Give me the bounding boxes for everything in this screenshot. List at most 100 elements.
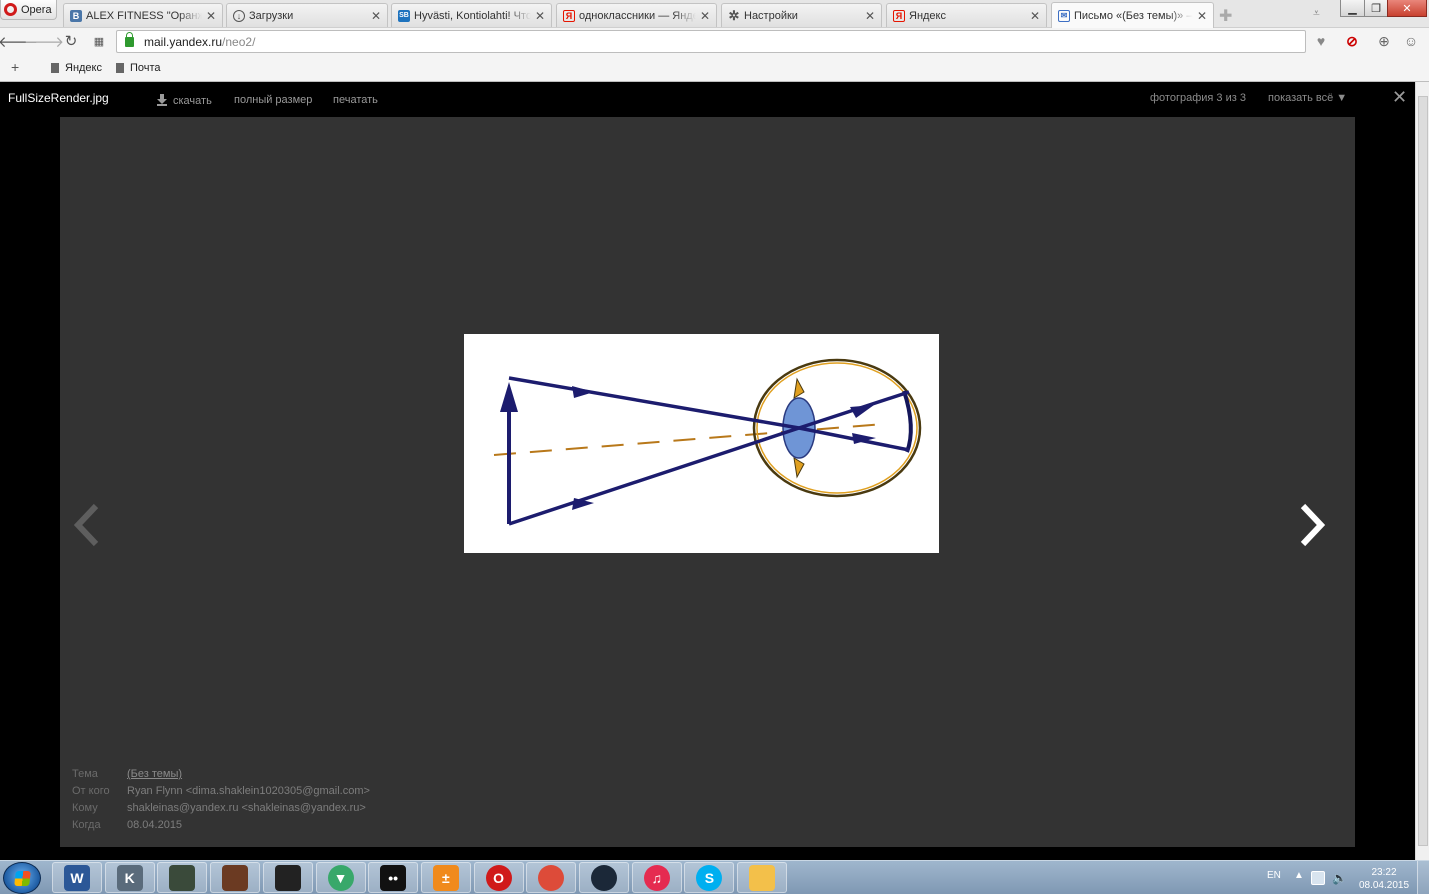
download-button[interactable]: скачать	[157, 94, 212, 107]
taskbar-app-skype[interactable]: S	[684, 862, 735, 893]
taskbar-app-itunes[interactable]: ♫	[631, 862, 682, 893]
show-desktop-button[interactable]	[1417, 861, 1429, 894]
taskbar-app-game-3[interactable]	[262, 862, 313, 893]
clock-date: 08.04.2015	[1358, 880, 1410, 891]
vk-icon: В	[70, 9, 82, 22]
adblock-icon[interactable]: ⊘	[1343, 32, 1361, 50]
network-icon[interactable]	[1311, 871, 1325, 885]
tab-downloads[interactable]: ↓ Загрузки ✕	[226, 3, 388, 27]
bookmarks-bar: + Яндекс Почта	[0, 55, 1429, 82]
bookmark-yandex[interactable]: Яндекс	[51, 62, 102, 74]
ray-top	[508, 376, 910, 452]
game-1-icon	[169, 864, 196, 891]
language-indicator[interactable]: EN	[1267, 870, 1281, 881]
taskbar-app-messenger[interactable]: ••	[368, 862, 419, 893]
photo-counter: фотография 3 из 3	[1150, 92, 1246, 104]
url-field[interactable]: mail.yandex.ru/neo2/	[116, 30, 1306, 53]
taskbar-app-game-1[interactable]	[157, 862, 208, 893]
tab-mail-active[interactable]: ✉ Письмо «(Без темы)» — Яндекс ✕	[1051, 2, 1214, 28]
taskbar-app-game-2[interactable]	[210, 862, 261, 893]
close-tab-icon[interactable]: ✕	[865, 9, 875, 23]
url-path: /neo2/	[222, 34, 256, 49]
maximize-icon[interactable]: ❐	[1364, 0, 1388, 17]
volume-icon[interactable]: 🔈	[1332, 871, 1347, 885]
tab-bar: Opera В ALEX FITNESS "Оранж Медиа" ✕ ↓ З…	[0, 0, 1429, 28]
forward-icon[interactable]: 🡒	[24, 32, 64, 51]
clock[interactable]: 23:22 08.04.2015	[1358, 866, 1410, 892]
print-button[interactable]: печатать	[333, 94, 378, 106]
show-all-button[interactable]: показать всё ▼	[1268, 92, 1347, 104]
word-icon: W	[64, 864, 90, 891]
new-tab-icon[interactable]: ✚	[1219, 6, 1232, 26]
tab-yandex[interactable]: Я Яндекс ✕	[886, 3, 1047, 27]
meta-row-to: Кому shakleinas@yandex.ru <shakleinas@ya…	[72, 800, 370, 817]
download-icon	[157, 94, 167, 106]
tab-sports[interactable]: SB Hyvästi, Kontiolahti! Что делать ✕	[391, 3, 552, 27]
close-tab-icon[interactable]: ✕	[535, 9, 545, 23]
full-size-button[interactable]: полный размер	[234, 94, 312, 106]
taskbar-app-word[interactable]: W	[52, 862, 102, 893]
speed-dial-icon[interactable]: ▦	[90, 32, 108, 50]
subject-link[interactable]: (Без темы)	[127, 766, 182, 783]
tab-odnoklassniki-search[interactable]: Я одноклассники — Яндекс ✕	[556, 3, 717, 27]
image-viewer: FullSizeRender.jpg скачать полный размер…	[0, 82, 1415, 860]
add-bookmark-icon[interactable]: +	[11, 59, 19, 75]
meta-key: Когда	[72, 819, 101, 831]
close-tab-icon[interactable]: ✕	[371, 9, 381, 23]
eye-optics-diagram	[493, 358, 922, 526]
close-tab-icon[interactable]: ✕	[1197, 9, 1207, 23]
tab-label: Загрузки	[249, 9, 294, 22]
opera-menu-button[interactable]: Opera	[0, 0, 57, 20]
tab-settings[interactable]: ✲ Настройки ✕	[721, 3, 882, 27]
tab-alex-fitness[interactable]: В ALEX FITNESS "Оранж Медиа" ✕	[63, 3, 223, 27]
profile-icon[interactable]: ☺	[1402, 32, 1420, 50]
close-tab-icon[interactable]: ✕	[206, 9, 216, 23]
close-viewer-icon[interactable]: ✕	[1392, 87, 1407, 108]
page-scrollbar[interactable]	[1415, 82, 1429, 860]
game-2-icon	[222, 864, 249, 891]
heart-icon[interactable]: ♥	[1312, 32, 1330, 50]
meta-value: shakleinas@yandex.ru <shakleinas@yandex.…	[127, 802, 366, 814]
meta-row-date: Когда 08.04.2015	[72, 817, 370, 834]
start-button[interactable]	[3, 862, 41, 894]
yandex-icon: Я	[893, 9, 905, 22]
tab-label: ALEX FITNESS "Оранж Медиа"	[86, 9, 202, 22]
bookmark-mail[interactable]: Почта	[116, 62, 161, 74]
tab-label: Письмо «(Без темы)» — Яндекс	[1074, 9, 1193, 22]
tab-label: одноклассники — Яндекс	[579, 9, 696, 22]
explorer-icon	[749, 864, 776, 891]
taskbar: W K ▼ •• ± O ♫ S EN ▲ 🔈 23:22 08.04.2015	[0, 860, 1429, 894]
downloader-icon: ▼	[327, 864, 354, 891]
chrome-icon	[538, 864, 565, 891]
tray-expand-icon[interactable]: ▲	[1294, 870, 1304, 881]
game-3-icon	[274, 864, 301, 891]
next-photo-icon[interactable]	[1295, 502, 1329, 548]
meta-row-subject: Тема (Без темы)	[72, 766, 370, 783]
taskbar-app-counter-strike[interactable]: K	[104, 862, 155, 893]
download-manager-icon[interactable]: ⊕	[1375, 32, 1393, 50]
yandex-icon: Я	[563, 9, 575, 22]
taskbar-app-chrome[interactable]	[526, 862, 577, 893]
taskbar-app-opera[interactable]: O	[473, 862, 524, 893]
scroll-thumb[interactable]	[1418, 96, 1428, 846]
minimize-icon[interactable]: ▁	[1340, 0, 1365, 17]
prev-photo-icon[interactable]	[70, 502, 104, 548]
close-tab-icon[interactable]: ✕	[700, 9, 710, 23]
meta-key: От кого	[72, 785, 110, 797]
window-close-icon[interactable]: ✕	[1387, 0, 1427, 17]
page-icon	[116, 63, 124, 73]
file-name: FullSizeRender.jpg	[8, 91, 109, 105]
taskbar-app-calculator[interactable]: ±	[420, 862, 471, 893]
meta-row-from: От кого Ryan Flynn <dima.shaklein1020305…	[72, 783, 370, 800]
taskbar-app-steam[interactable]	[579, 862, 629, 893]
opera-menu-label: Opera	[21, 3, 52, 16]
messenger-icon: ••	[380, 864, 407, 891]
tab-menu-icon[interactable]: ⩡	[1313, 6, 1320, 21]
close-tab-icon[interactable]: ✕	[1030, 9, 1040, 23]
taskbar-app-explorer[interactable]	[737, 862, 788, 893]
reload-icon[interactable]: ↻	[62, 32, 80, 50]
taskbar-app-downloader[interactable]: ▼	[315, 862, 366, 893]
steam-icon	[591, 864, 617, 891]
meta-key: Кому	[72, 802, 98, 814]
opera-icon: O	[485, 864, 512, 891]
